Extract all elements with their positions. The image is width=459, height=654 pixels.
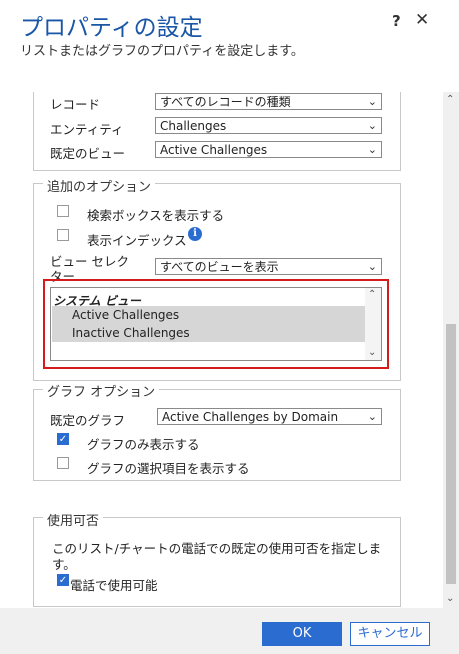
show-search-checkbox[interactable] xyxy=(57,205,69,217)
default-chart-label: 既定のグラフ xyxy=(50,413,126,428)
show-chart-selection-label: グラフの選択項目を表示する xyxy=(87,461,250,476)
entity-label: エンティティ xyxy=(50,122,124,137)
scrollbar-thumb[interactable] xyxy=(446,324,456,584)
phone-available-label: 電話で使用可能 xyxy=(70,578,158,593)
settings-scroll-area[interactable]: レコード すべてのレコードの種類 ⌄ エンティティ Challenges ⌄ 既… xyxy=(0,92,459,608)
chevron-down-icon[interactable]: ⌄ xyxy=(446,593,454,604)
dialog-footer: OK キャンセル xyxy=(0,608,459,654)
page-scrollbar[interactable]: ⌃ ⌄ xyxy=(443,92,459,608)
show-index-label: 表示インデックス xyxy=(87,233,187,248)
availability-legend: 使用可否 xyxy=(43,510,104,529)
chart-options-legend: グラフ オプション xyxy=(43,381,160,400)
page-title: プロパティの設定 xyxy=(20,15,203,41)
chevron-down-icon: ⌄ xyxy=(367,143,377,156)
page-subtitle: リストまたはグラフのプロパティを設定します。 xyxy=(20,44,304,59)
cancel-button[interactable]: キャンセル xyxy=(350,622,430,646)
additional-options-legend: 追加のオプション xyxy=(43,176,156,195)
close-icon[interactable]: ✕ xyxy=(415,10,429,30)
show-search-label: 検索ボックスを表示する xyxy=(87,208,225,223)
chevron-down-icon: ⌄ xyxy=(367,119,377,132)
availability-description: このリスト/チャートの電話での既定の使用可否を指定しま xyxy=(52,541,382,556)
chevron-up-icon[interactable]: ⌃ xyxy=(446,94,454,105)
show-index-checkbox[interactable] xyxy=(57,229,69,241)
show-chart-selection-checkbox[interactable] xyxy=(57,457,69,469)
record-type-label: レコード xyxy=(50,97,101,112)
info-icon[interactable]: i xyxy=(188,227,202,241)
ok-button[interactable]: OK xyxy=(262,622,342,646)
chevron-down-icon: ⌄ xyxy=(367,260,377,273)
chevron-down-icon: ⌄ xyxy=(367,95,377,108)
view-selector-select[interactable]: すべてのビューを表示 ⌄ xyxy=(155,258,382,275)
record-type-select[interactable]: すべてのレコードの種類 ⌄ xyxy=(155,93,382,110)
default-chart-select[interactable]: Active Challenges by Domain ⌄ xyxy=(157,408,382,425)
help-icon[interactable]: ? xyxy=(392,12,401,30)
show-chart-only-checkbox[interactable]: ✓ xyxy=(57,433,69,445)
highlight-box xyxy=(43,279,389,369)
default-view-label: 既定のビュー xyxy=(50,146,126,161)
chevron-down-icon: ⌄ xyxy=(367,410,377,423)
default-view-select[interactable]: Active Challenges ⌄ xyxy=(155,141,382,158)
availability-description-line2: す。 xyxy=(52,557,76,572)
entity-select[interactable]: Challenges ⌄ xyxy=(155,117,382,134)
show-chart-only-label: グラフのみ表示する xyxy=(87,437,200,452)
phone-available-checkbox[interactable]: ✓ xyxy=(57,574,69,586)
